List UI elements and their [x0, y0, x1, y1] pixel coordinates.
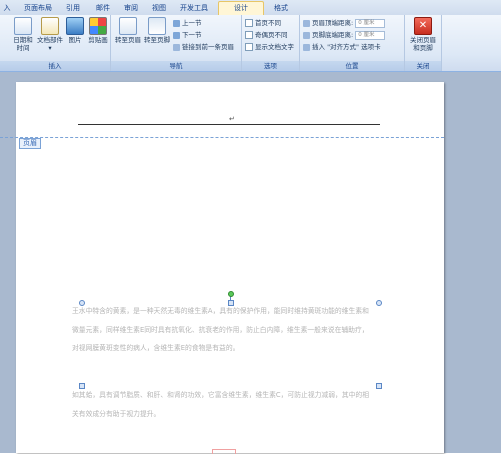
chevron-down-icon: ▾ [48, 44, 52, 52]
clipart-icon [89, 17, 107, 35]
date-time-label: 日期和 时间 [13, 36, 33, 52]
navigation-group-label: 导航 [111, 61, 241, 71]
resize-handle-right[interactable] [376, 383, 382, 389]
footer-distance-icon [303, 31, 310, 39]
prev-section-button[interactable]: 上一节 [173, 18, 202, 28]
link-prev-label: 链接到前一条页眉 [182, 43, 234, 51]
goto-footer-button[interactable]: 转至页脚 [144, 17, 170, 44]
align-tab-icon [303, 43, 310, 51]
tab-developer[interactable]: 开发工具 [176, 2, 212, 15]
close-icon: ✕ [414, 17, 432, 35]
close-header-footer-label: 关闭页眉 和页脚 [410, 36, 436, 52]
header-distance-icon [303, 19, 310, 27]
close-header-footer-button[interactable]: ✕ 关闭页眉 和页脚 [407, 17, 439, 52]
tab-design[interactable]: 设计 [218, 1, 264, 15]
doc-parts-button[interactable]: 文档部件 ▾ [36, 17, 64, 52]
footer-marker [212, 449, 236, 454]
footer-bottom-input[interactable]: 0 厘米 [355, 30, 386, 40]
navigation-group: 转至页眉 转至页脚 上一节 下一节 链接到前一条页眉 导航 [111, 15, 242, 71]
diff-odd-even-checkbox[interactable]: 奇偶页不同 [245, 30, 288, 40]
ribbon: 日期和 时间 文档部件▾ 图片 剪贴画 插入 转至页眉 转至页脚 上一节 下一 [0, 15, 501, 72]
tab-review[interactable]: 审阅 [118, 2, 144, 15]
diff-odd-even-label: 奇偶页不同 [255, 31, 288, 39]
close-group-label: 关闭 [405, 61, 441, 71]
header-tag: 页眉 [19, 138, 41, 149]
picture-button[interactable]: 图片 [66, 17, 84, 44]
goto-header-label: 转至页眉 [115, 36, 141, 44]
date-time-button[interactable]: 日期和 时间 [10, 17, 36, 52]
insert-align-tab-button[interactable]: 插入 "对齐方式" 选项卡 [303, 42, 381, 52]
footer-bottom-label: 页脚底端距离: [312, 31, 354, 39]
position-group: 页眉顶端距离: 0 厘米 页脚底端距离: 0 厘米 插入 "对齐方式" 选项卡 位置 [300, 15, 405, 71]
body-paragraph-2[interactable]: 如其蛤，具有调节脂质、和肝、和肾的功效，它富含维生素，维生素C，可防止视力减弱，… [72, 386, 372, 423]
picture-label: 图片 [68, 36, 82, 44]
paragraph-mark: ↵ [229, 115, 235, 123]
diff-first-page-checkbox[interactable]: 首页不同 [245, 18, 281, 28]
ribbon-tabs: 入 页面布局 引用 邮件 审阅 视图 开发工具 设计 格式 [0, 0, 501, 16]
options-group-label: 选项 [242, 61, 299, 71]
diff-first-label: 首页不同 [255, 19, 281, 27]
tab-page-layout[interactable]: 页面布局 [18, 2, 58, 15]
clipart-label: 剪贴画 [88, 36, 108, 44]
tab-mailings[interactable]: 邮件 [90, 2, 116, 15]
goto-footer-label: 转至页脚 [144, 36, 170, 44]
picture-icon [66, 17, 84, 35]
footer-bottom-distance: 页脚底端距离: 0 厘米 [303, 30, 386, 40]
footer-icon [148, 17, 166, 35]
show-doc-text-checkbox[interactable]: 显示文档文字 [245, 42, 294, 52]
next-section-icon [173, 31, 180, 39]
tab-insert[interactable]: 入 [0, 2, 14, 15]
header-top-input[interactable]: 0 厘米 [355, 18, 386, 28]
goto-header-button[interactable]: 转至页眉 [115, 17, 141, 44]
header-separator [0, 137, 444, 138]
position-group-label: 位置 [300, 61, 404, 71]
link-prev-button[interactable]: 链接到前一条页眉 [173, 42, 234, 52]
doc-parts-icon [41, 17, 59, 35]
body-paragraph-1[interactable]: 王水中特含的黄素，是一种天然无毒的维生素A，具有的保护作用，能同时维持黄斑功能的… [72, 302, 372, 376]
header-top-label: 页眉顶端距离: [312, 19, 354, 27]
header-underline [78, 124, 380, 125]
clipart-button[interactable]: 剪贴画 [86, 17, 110, 44]
prev-section-label: 上一节 [182, 19, 202, 27]
show-doc-text-label: 显示文档文字 [255, 43, 294, 51]
header-icon [119, 17, 137, 35]
insert-align-tab-label: 插入 "对齐方式" 选项卡 [312, 43, 381, 51]
next-section-label: 下一节 [182, 31, 202, 39]
header-top-distance: 页眉顶端距离: 0 厘米 [303, 18, 386, 28]
resize-handle-top-right[interactable] [376, 300, 382, 306]
insert-group: 日期和 时间 文档部件 ▾ 图片 剪贴画 插入 [0, 15, 111, 71]
doc-parts-label: 文档部件 [37, 36, 63, 44]
checkbox-icon [245, 19, 253, 27]
options-group: 首页不同 奇偶页不同 显示文档文字 选项 [242, 15, 300, 71]
checkbox-icon [245, 43, 253, 51]
insert-group-label: 插入 [0, 61, 110, 71]
tab-format[interactable]: 格式 [266, 2, 296, 15]
checkbox-icon [245, 31, 253, 39]
tab-view[interactable]: 视图 [146, 2, 172, 15]
tab-references[interactable]: 引用 [60, 2, 86, 15]
link-icon [173, 43, 180, 51]
close-group: ✕ 关闭页眉 和页脚 关闭 [405, 15, 442, 71]
rotation-handle[interactable] [228, 291, 234, 297]
calendar-icon [14, 17, 32, 35]
next-section-button[interactable]: 下一节 [173, 30, 202, 40]
prev-section-icon [173, 19, 180, 27]
